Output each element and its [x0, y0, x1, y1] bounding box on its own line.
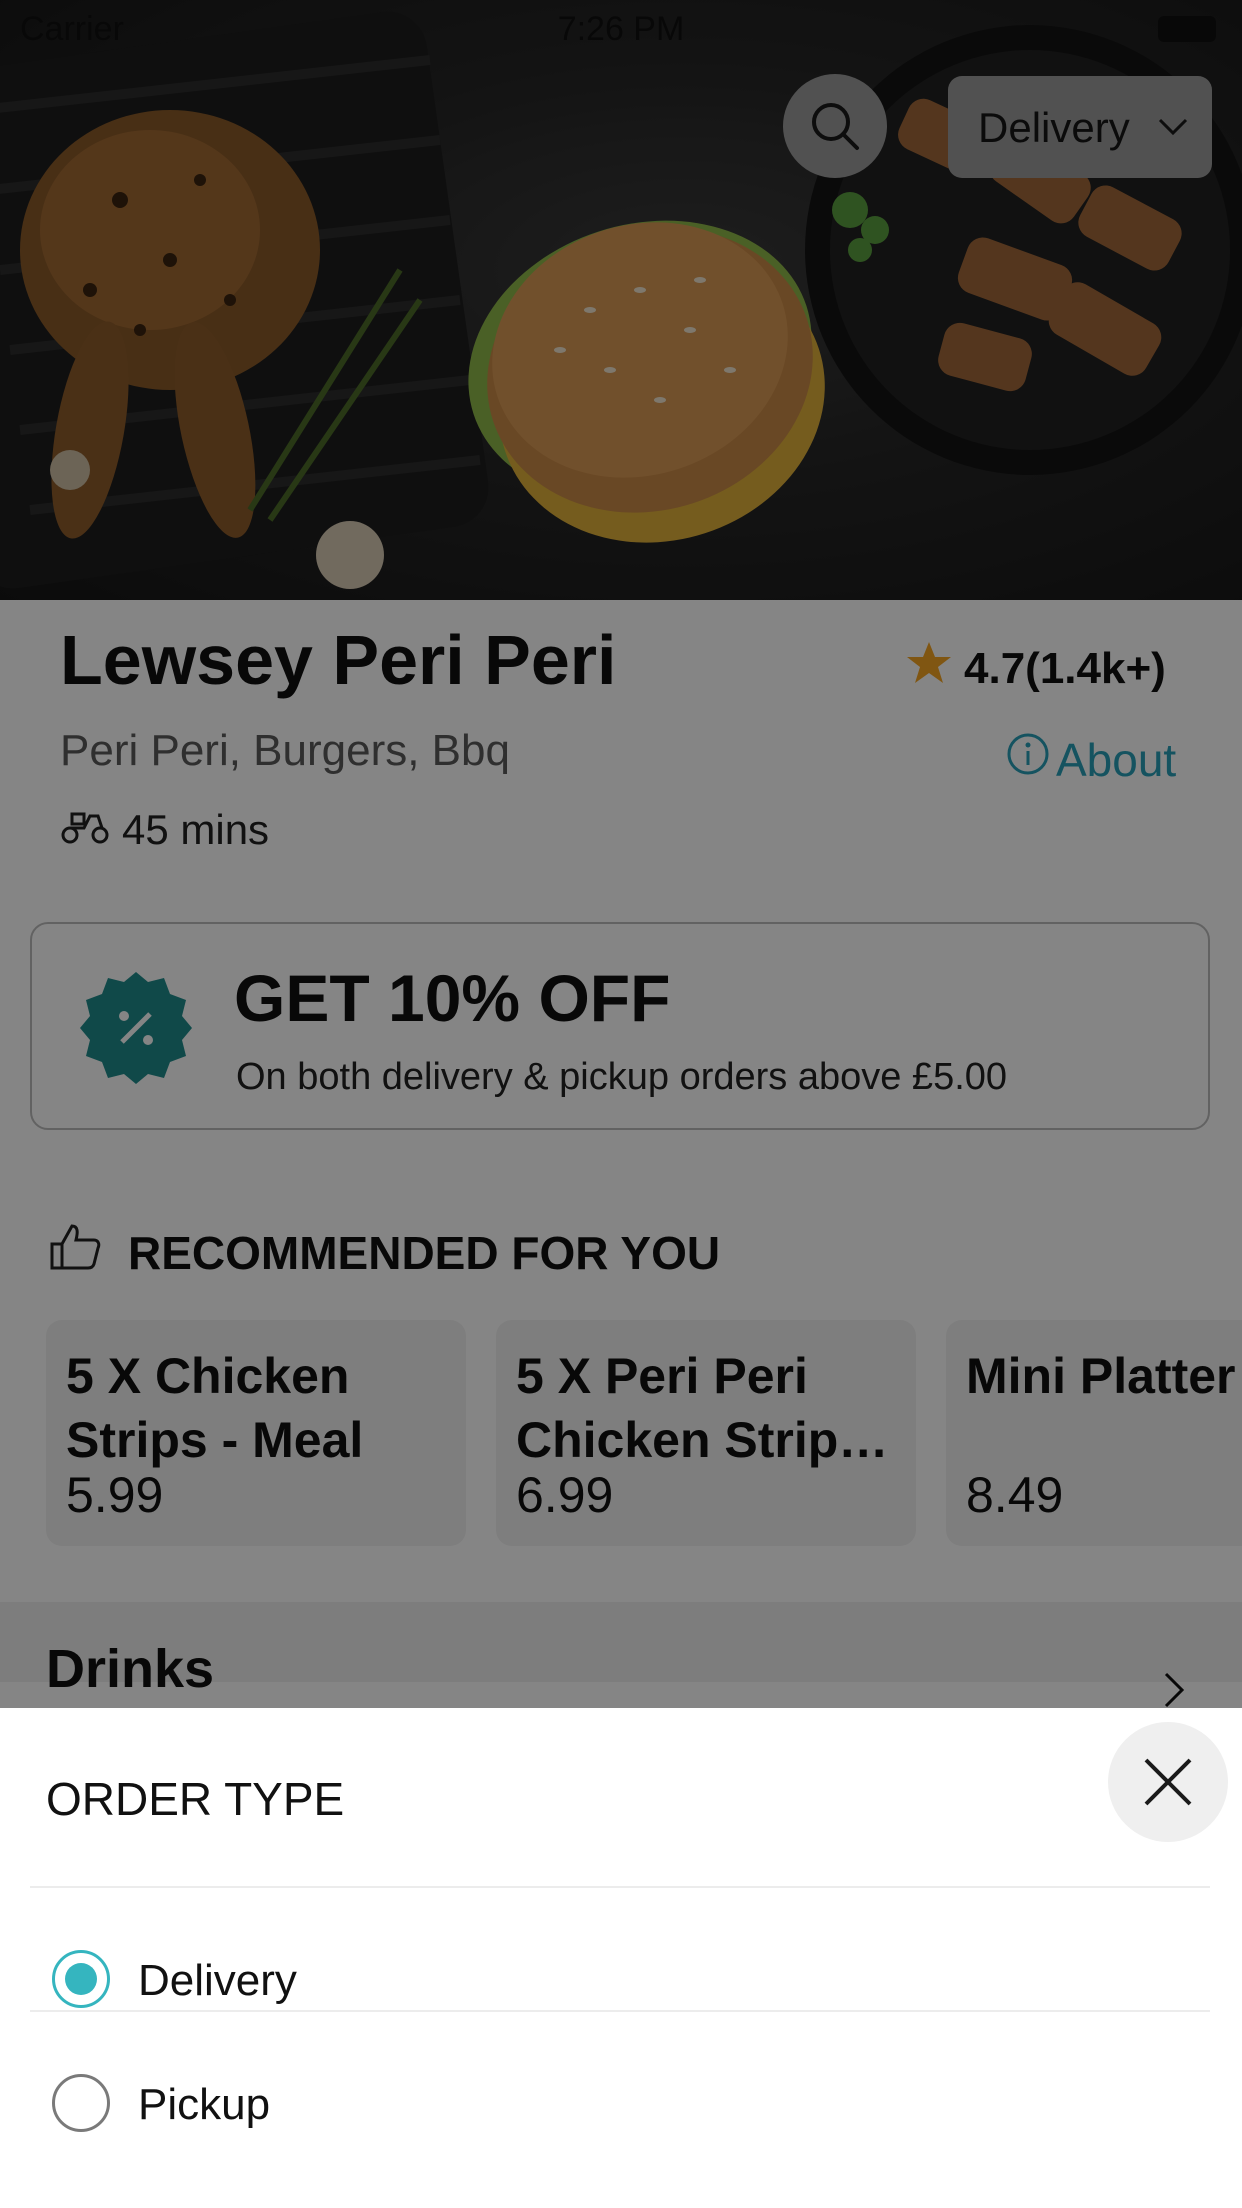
option-label: Delivery — [138, 1956, 297, 2005]
modal-backdrop[interactable] — [0, 0, 1242, 1708]
radio-selected-icon[interactable] — [52, 1950, 110, 2008]
order-type-option-pickup[interactable]: Pickup — [52, 2074, 1192, 2164]
divider — [30, 2010, 1210, 2012]
order-type-sheet: ORDER TYPE Delivery Pickup — [0, 1708, 1242, 2208]
radio-unselected-icon[interactable] — [52, 2074, 110, 2132]
restaurant-screen: Carrier 7:26 PM Delivery Lewsey Peri Per… — [0, 0, 1242, 2208]
option-label: Pickup — [138, 2080, 271, 2129]
close-button[interactable] — [1108, 1722, 1228, 1842]
divider — [30, 1886, 1210, 1888]
order-type-option-delivery[interactable]: Delivery — [52, 1950, 1192, 2040]
sheet-title: ORDER TYPE — [46, 1773, 345, 1825]
